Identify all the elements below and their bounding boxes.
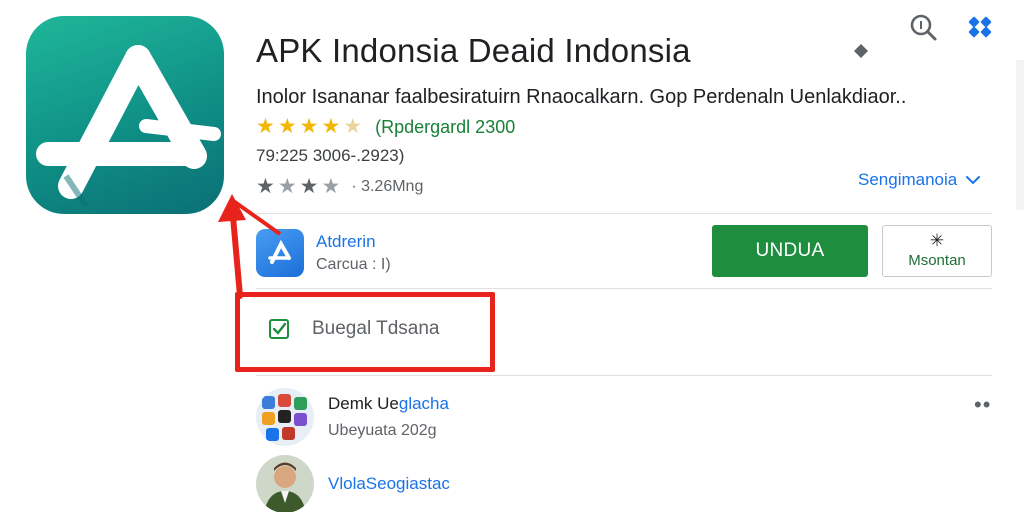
divider xyxy=(256,288,992,289)
star-icon[interactable]: ★ xyxy=(278,176,297,198)
divider xyxy=(256,375,992,376)
search-icon[interactable] xyxy=(908,12,938,42)
install-button[interactable]: UNDUA xyxy=(712,225,868,277)
more-info-link[interactable]: Sengimanoia xyxy=(858,170,981,190)
developer-row[interactable]: Atdrerin Carcua : I) xyxy=(256,228,391,278)
developer-sub: Carcua : I) xyxy=(316,256,391,273)
developer-logo-icon xyxy=(256,229,304,277)
star-icon: ★ xyxy=(299,115,319,138)
checkbox-icon[interactable] xyxy=(268,318,290,340)
checkbox-label: Buegal Tdsana xyxy=(312,318,440,339)
star-icon: ★ xyxy=(256,115,275,138)
star-icon: ★ xyxy=(277,115,297,138)
review-author-accent: VlolaSeogiastac xyxy=(328,474,450,493)
more-dots-icon[interactable]: •• xyxy=(974,394,991,416)
review-author[interactable]: VlolaSeogiastac xyxy=(328,474,450,494)
wishlist-icon: ✳ xyxy=(929,231,945,250)
star-icon[interactable]: ★ xyxy=(321,176,340,198)
developer-name[interactable]: Atdrerin xyxy=(316,232,391,252)
app-title: APK Indonsia Deaid Indonsia xyxy=(256,32,691,69)
review-author[interactable]: Demk Ueglacha xyxy=(328,394,449,414)
list-item[interactable]: VlolaSeogiastac xyxy=(256,455,450,512)
star-icon[interactable]: ★ xyxy=(300,176,319,198)
app-store-page: APK Indonsia Deaid Indonsia Inolor Isana… xyxy=(0,0,1024,512)
wishlist-button[interactable]: ✳ Msontan xyxy=(882,225,992,277)
divider xyxy=(256,213,992,214)
star-half-icon: ★ xyxy=(343,115,363,138)
avatar xyxy=(256,455,314,512)
avatar xyxy=(256,388,314,446)
grid-icon[interactable] xyxy=(966,12,996,42)
list-item[interactable]: Demk Ueglacha Ubeyuata 202g xyxy=(256,388,449,446)
wishlist-label: Msontan xyxy=(908,252,966,269)
star-icon: ★ xyxy=(321,115,341,138)
more-info-label: Sengimanoia xyxy=(858,170,958,189)
checkbox-row[interactable]: Buegal Tdsana xyxy=(268,318,439,340)
review-meta: Ubeyuata 202g xyxy=(328,422,437,439)
review-author-accent: glacha xyxy=(398,394,449,413)
user-rating-row[interactable]: ★ ★ ★ ★ · 3.26Mng xyxy=(256,175,423,199)
rating-row: ★ ★ ★ ★ ★ (Rpdergardl 2300 xyxy=(256,116,515,138)
app-size: · 3.26Mng xyxy=(351,178,424,195)
chevron-down-icon xyxy=(966,176,981,185)
scrollbar[interactable] xyxy=(1016,60,1024,210)
diamond-icon[interactable] xyxy=(852,42,870,60)
review-author-main: Demk Ue xyxy=(328,394,399,413)
star-icon[interactable]: ★ xyxy=(256,176,275,198)
rating-count: (Rpdergardl 2300 xyxy=(375,116,516,137)
info-line: 79:225 3006-.2923) xyxy=(256,146,405,165)
app-logo-icon xyxy=(26,16,224,214)
app-subtitle: Inolor Isananar faalbesiratuirn Rnaocalk… xyxy=(256,86,907,108)
